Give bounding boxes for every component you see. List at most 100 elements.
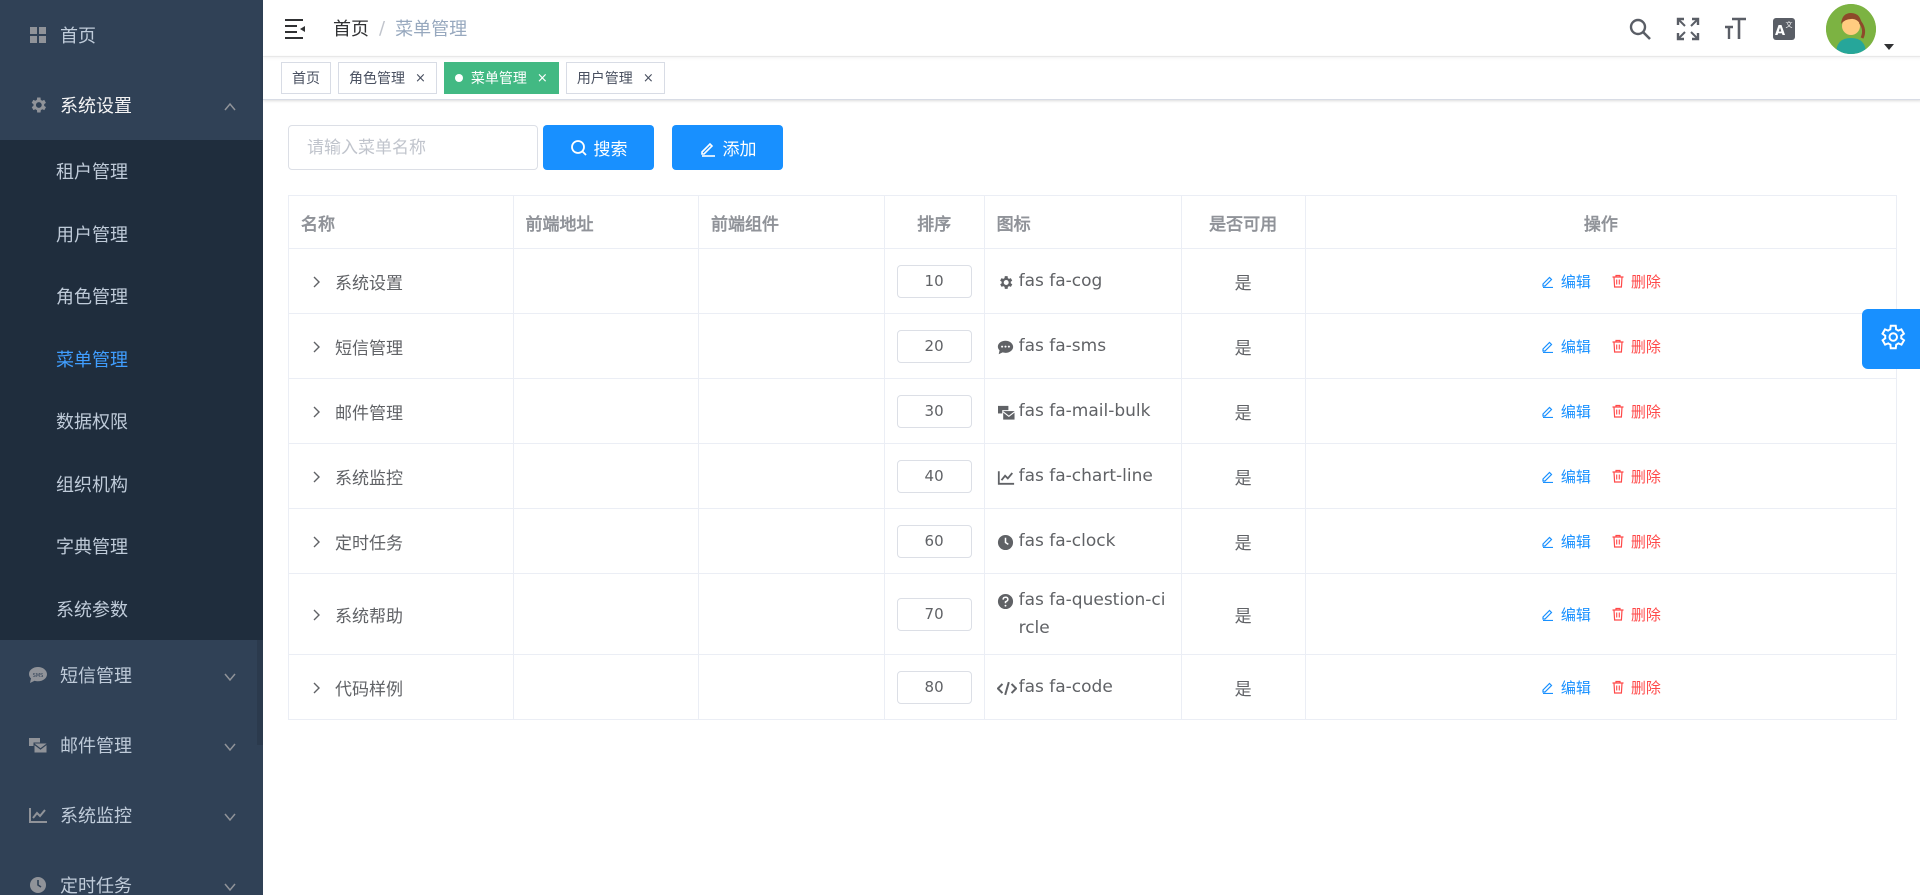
sidebar-item-mail[interactable]: 邮件管理 [0,710,263,780]
name-cell-content: 短信管理 [301,334,501,359]
icon-class-name: fas fa-sms [1018,336,1107,356]
order-input[interactable] [896,524,972,558]
tag-label: 菜单管理 [470,71,527,87]
sidebar-item-label: 数据权限 [56,412,128,434]
search-button[interactable]: 搜索 [543,125,654,170]
breadcrumb-separator: / [379,17,386,39]
edit-icon [1541,339,1555,354]
cell-order [883,378,985,444]
edit-button[interactable]: 编辑 [1541,466,1591,487]
sidebar-item-users[interactable]: 用户管理 [0,203,263,266]
sidebar-item-label: 用户管理 [56,224,128,246]
menu-name-search-input[interactable] [288,125,538,170]
order-input[interactable] [896,670,972,704]
close-icon[interactable]: × [537,71,548,86]
cell-name: 代码样例 [288,654,514,720]
sidebar-item-organization[interactable]: 组织机构 [0,453,263,516]
delete-button[interactable]: 删除 [1611,466,1661,487]
icon-cell-content: fas fa-chart-line [997,462,1169,490]
edit-icon [1541,404,1555,419]
table-row: 邮件管理 fas fa-mail-bulk 是 编辑 删除 [288,378,1898,444]
name-cell-content: 定时任务 [301,529,501,554]
sidebar-item-label: 系统监控 [60,806,132,827]
sidebar-item-label: 首页 [60,26,96,47]
edit-icon [1541,680,1555,695]
edit-button[interactable]: 编辑 [1541,401,1591,422]
sidebar-item-menus[interactable]: 菜单管理 [0,328,263,391]
expand-arrow-icon[interactable] [309,607,323,621]
order-input[interactable] [896,394,972,428]
hamburger-menu-icon[interactable] [283,16,307,40]
menu-name: 短信管理 [335,338,403,359]
cell-icon: fas fa-question-circle [983,573,1182,655]
cell-order [883,508,985,574]
expand-arrow-icon[interactable] [309,274,323,288]
delete-button[interactable]: 删除 [1611,401,1661,422]
delete-button[interactable]: 删除 [1611,271,1661,292]
cell-enabled: 是 [1180,573,1306,655]
sidebar-item-data-permission[interactable]: 数据权限 [0,390,263,453]
order-input[interactable] [896,329,972,363]
table-row: 系统帮助 fas fa-question-circle 是 编辑 删除 [288,573,1898,655]
sidebar-item-monitor[interactable]: 系统监控 [0,780,263,850]
expand-arrow-icon[interactable] [309,469,323,483]
table-row: 系统监控 fas fa-chart-line 是 编辑 删除 [288,443,1898,509]
trash-icon [1611,534,1625,548]
user-avatar[interactable] [1826,3,1876,54]
cell-ops: 编辑 删除 [1304,248,1898,314]
close-icon[interactable]: × [643,71,654,86]
sidebar-item-dictionary[interactable]: 字典管理 [0,515,263,578]
fullscreen-icon[interactable] [1674,15,1702,43]
settings-panel-button[interactable] [1862,309,1920,369]
delete-button[interactable]: 删除 [1611,531,1661,552]
delete-button[interactable]: 删除 [1611,677,1661,698]
expand-arrow-icon[interactable] [309,680,323,694]
caret-down-icon[interactable] [1884,37,1894,50]
icon-class-name: fas fa-clock [1018,531,1116,551]
cell-name: 短信管理 [288,313,514,379]
edit-button[interactable]: 编辑 [1541,531,1591,552]
chart-line-icon [997,467,1014,485]
sidebar-item-label: 组织机构 [56,474,128,496]
order-input[interactable] [896,597,972,631]
expand-arrow-icon[interactable] [309,534,323,548]
tag-home[interactable]: 首页 [281,62,331,94]
edit-button[interactable]: 编辑 [1541,336,1591,357]
delete-button[interactable]: 删除 [1611,604,1661,625]
sidebar-item-tenant[interactable]: 租户管理 [0,140,263,203]
font-size-icon[interactable] [1722,15,1750,43]
edit-icon [1541,534,1555,549]
delete-button[interactable]: 删除 [1611,336,1661,357]
cell-path [512,378,700,444]
sidebar-item-timer[interactable]: 定时任务 [0,850,263,895]
sidebar-item-sms[interactable]: SMS 短信管理 [0,640,263,710]
tag-role[interactable]: 角色管理 × [338,62,437,94]
icon-cell-content: fas fa-sms [997,332,1169,360]
sidebar-item-system[interactable]: 系统设置 [0,70,263,140]
tag-menu[interactable]: 菜单管理 × [443,62,559,94]
name-cell-content: 系统监控 [301,464,501,489]
close-icon[interactable]: × [415,71,426,86]
expand-arrow-icon[interactable] [309,339,323,353]
edit-button[interactable]: 编辑 [1541,677,1591,698]
breadcrumb-home[interactable]: 首页 [333,15,369,41]
column-header-ops: 操作 [1304,195,1898,249]
column-header-component: 前端组件 [698,195,885,249]
sidebar-item-params[interactable]: 系统参数 [0,578,263,641]
expand-arrow-icon[interactable] [309,404,323,418]
order-input[interactable] [896,459,972,493]
sidebar-item-roles[interactable]: 角色管理 [0,265,263,328]
navbar: 首页 / 菜单管理 A文 [263,0,1920,57]
gear-icon [28,95,48,115]
search-icon[interactable] [1626,15,1654,43]
name-cell-content: 邮件管理 [301,399,501,424]
edit-button[interactable]: 编辑 [1541,604,1591,625]
sidebar-item-home[interactable]: 首页 [0,0,263,70]
edit-button[interactable]: 编辑 [1541,271,1591,292]
gear-icon [997,272,1014,289]
tag-user[interactable]: 用户管理 × [565,62,665,94]
order-input[interactable] [896,264,972,298]
language-icon[interactable]: A文 [1770,15,1798,43]
add-button[interactable]: 添加 [672,125,783,170]
cell-ops: 编辑 删除 [1304,443,1898,509]
